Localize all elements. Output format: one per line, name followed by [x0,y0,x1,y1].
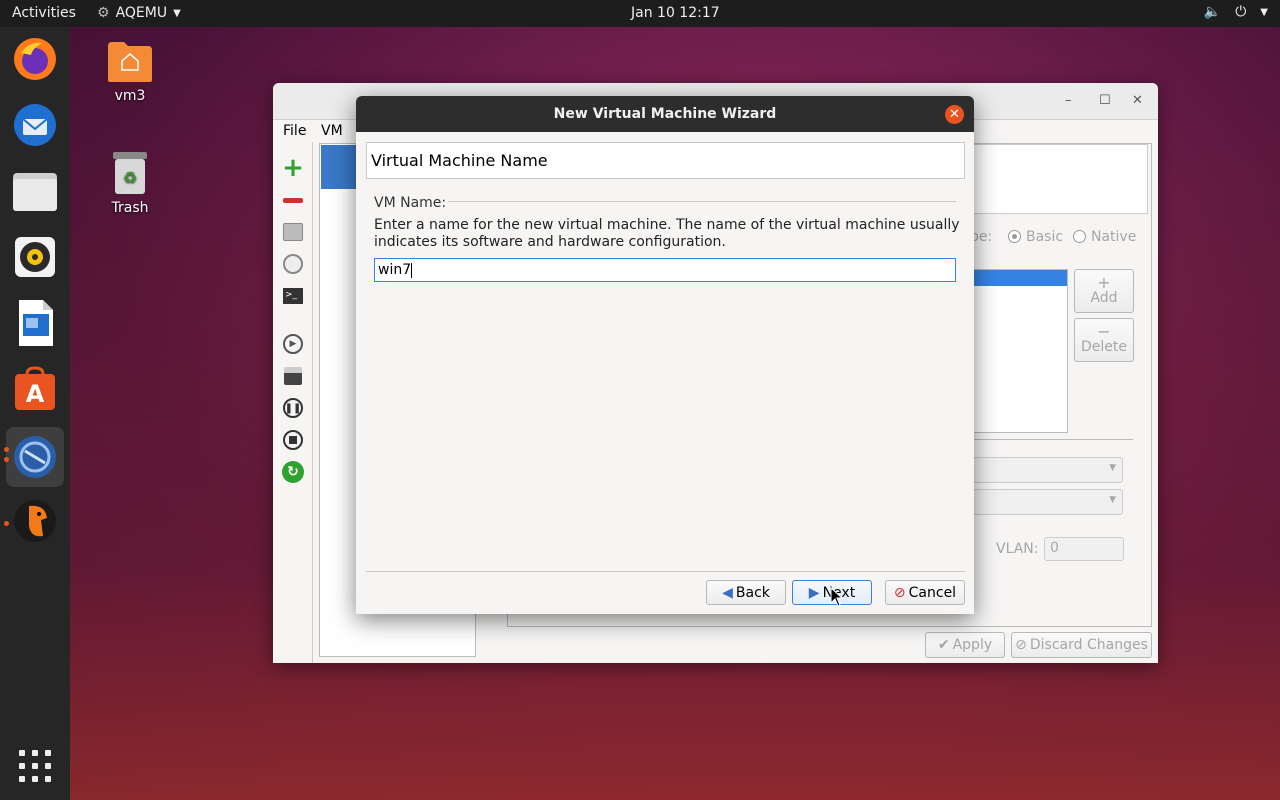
remove-vm-icon[interactable] [281,188,305,212]
volume-icon: 🔈 [1203,4,1222,20]
minimize-icon[interactable]: – [1065,93,1072,108]
top-bar: Activities ⚙ AQEMU ▼ Jan 10 12:17 🔈 ⏻ ▼ [0,0,1280,27]
writer-icon[interactable] [9,297,61,349]
rhythmbox-icon[interactable] [9,231,61,283]
chevron-down-icon: ▼ [173,7,181,19]
files-icon[interactable] [9,165,61,217]
hdd-icon[interactable] [281,220,305,244]
description-text: Enter a name for the new virtual machine… [374,217,960,250]
delete-button[interactable]: − Delete [1074,318,1134,362]
save-icon[interactable] [281,364,305,388]
basic-radio[interactable] [1008,230,1021,243]
home-folder-icon [108,42,152,82]
native-radio[interactable] [1073,230,1086,243]
new-vm-wizard-dialog: New Virtual Machine Wizard ✕ Virtual Mac… [356,96,974,614]
desktop-trash[interactable]: ♻ Trash [90,150,170,216]
app-menu-label: AQEMU [115,5,168,21]
chevron-down-icon: ▼ [1109,495,1116,505]
add-vm-icon[interactable]: + [281,153,305,183]
gear-icon: ⚙ [97,5,110,21]
vlan-spinbox[interactable]: 0 [1044,537,1124,561]
dialog-titlebar[interactable]: New Virtual Machine Wizard [356,96,974,132]
play-icon[interactable]: ▶ [281,332,305,356]
button-separator [366,571,965,572]
show-apps-icon[interactable] [19,750,51,782]
apply-button[interactable]: ✔ Apply [925,632,1005,658]
pause-icon[interactable]: ❚❚ [281,396,305,420]
cancel-button[interactable]: ⊘ Cancel [885,580,965,605]
svg-text:A: A [26,380,45,408]
separator [973,439,1133,440]
dropdown-2[interactable]: ▼ [973,489,1123,515]
minus-icon: − [1097,322,1111,341]
running-indicator [4,447,9,452]
arrow-right-icon: ▶ [808,584,820,601]
running-indicator [4,521,9,526]
stop-icon[interactable] [281,428,305,452]
clock-icon[interactable] [281,252,305,276]
add-button[interactable]: + Add [1074,269,1134,313]
power-icon: ⏻ [1235,4,1247,20]
desktop-icon-label: vm3 [114,88,146,104]
software-icon[interactable]: A [9,363,61,415]
thunderbird-icon[interactable] [9,99,61,151]
network-list-selected-row[interactable] [974,270,1067,286]
system-tray[interactable]: 🔈 ⏻ ▼ [1204,4,1268,20]
arrow-left-icon: ◀ [722,584,733,601]
maximize-icon[interactable]: ☐ [1099,93,1111,108]
menu-vm[interactable]: VM [321,123,343,139]
vlan-label: VLAN: [996,541,1039,557]
network-list[interactable] [973,269,1068,433]
desktop-icon-label: Trash [111,200,149,216]
app-menu[interactable]: ⚙ AQEMU ▼ [97,5,181,21]
group-divider [448,201,956,202]
group-label: VM Name: [374,195,447,211]
activities-button[interactable]: Activities [12,5,76,21]
running-indicator [4,457,9,462]
cancel-icon: ⊘ [1015,637,1027,653]
clock[interactable]: Jan 10 12:17 [631,5,720,21]
trash-icon: ♻ [113,152,147,194]
firefox-icon[interactable] [9,33,61,85]
check-icon: ✔ [937,637,950,653]
chevron-down-icon: ▼ [1260,7,1268,18]
cancel-icon: ⊘ [893,584,906,601]
native-radio-label: Native [1091,229,1137,245]
terminal-icon[interactable]: >_ [281,284,305,308]
vm-name-input[interactable]: win7 [374,258,956,282]
back-button[interactable]: ◀ Back [706,580,786,605]
qemu-icon[interactable] [9,495,61,547]
text-cursor [411,262,413,278]
vm-list-item-icon[interactable] [321,145,357,189]
dock: A [0,27,70,800]
page-title: Virtual Machine Name [366,142,965,179]
desktop-folder-vm3[interactable]: vm3 [90,40,170,104]
aqemu-icon[interactable] [6,427,64,487]
chevron-down-icon: ▼ [1109,463,1116,473]
close-icon[interactable]: ✕ [945,105,964,124]
close-icon[interactable]: ✕ [1132,93,1143,108]
dropdown-1[interactable]: ▼ [973,457,1123,483]
info-box [973,144,1148,214]
vm-toolbar: + >_ ▶ ❚❚ ↻ [273,142,313,663]
menu-file[interactable]: File [283,123,306,139]
reset-icon[interactable]: ↻ [281,460,305,484]
vm-name-value: win7 [378,262,412,278]
basic-radio-label: Basic [1026,229,1064,245]
mouse-pointer-icon [830,587,844,607]
svg-text:♻: ♻ [123,168,137,187]
discard-changes-button[interactable]: ⊘ Discard Changes [1011,632,1152,658]
dialog-title: New Virtual Machine Wizard [553,106,777,122]
plus-icon: + [1097,273,1111,292]
